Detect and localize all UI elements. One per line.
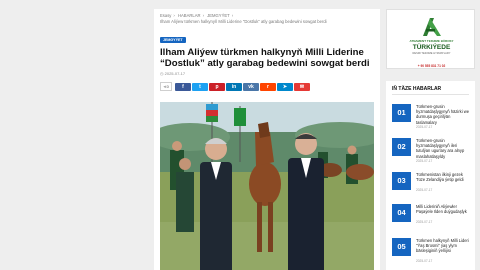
- news-item-number: 03: [392, 172, 411, 190]
- news-item-date: 2025-07-17: [416, 125, 433, 129]
- facebook-icon: f: [182, 83, 184, 90]
- reddit-icon: r: [267, 83, 269, 90]
- latest-news-widget: IŇ TÄZE HABARLAR 01 Türkmen-grusin hyzmat…: [386, 81, 475, 270]
- breadcrumb-current: Ilham Aliýew türkmen halkynyň Milli Lide…: [160, 19, 327, 24]
- ad-tagline: RESMI TERJIME HYZMATLARY: [412, 52, 451, 55]
- news-item-number: 02: [392, 138, 411, 156]
- telegram-icon: ➤: [282, 83, 288, 90]
- news-item-number: 05: [392, 238, 411, 256]
- translation-agency-logo: [423, 18, 441, 36]
- breadcrumb-news-link[interactable]: HABARLAR: [178, 13, 201, 18]
- share-row: ⋖ 0 f t p in vk r ➤ ✉: [160, 82, 311, 91]
- breadcrumb: Esasy › HABARLAR › JEMGYÝET › Ilham Aliýew …: [160, 13, 327, 24]
- news-item-date: 2025-07-17: [416, 159, 433, 163]
- clock-icon: ◷: [160, 71, 164, 76]
- article-title: Ilham Aliýew türkmen halkynyň Milli Lide…: [160, 47, 370, 70]
- twitter-icon: t: [199, 83, 201, 90]
- share-count: ⋖ 0: [160, 82, 172, 91]
- linkedin-icon: in: [231, 83, 237, 90]
- article-photo: [160, 102, 374, 270]
- latest-news-item[interactable]: 05 Türkmen halkynyň Milli Lideri "Ýaş Bro…: [392, 238, 472, 264]
- reddit-share-button[interactable]: r: [260, 82, 276, 91]
- news-item-title[interactable]: Türkmen-grusin hyzmatdaşlygynyň ileri tu…: [416, 138, 472, 159]
- news-item-date: 2025-07-17: [416, 188, 433, 192]
- page: Esasy › HABARLAR › JEMGYÝET › Ilham Aliýew …: [0, 0, 480, 270]
- telegram-share-button[interactable]: ➤: [277, 82, 293, 91]
- ad-subtitle: ATNAMENT TERJIME BÜROSY: [409, 39, 454, 43]
- ad-title: TÜRKIÝEDE: [412, 44, 451, 51]
- vk-icon: vk: [248, 83, 254, 90]
- news-item-number: 01: [392, 104, 411, 122]
- pinterest-icon: p: [215, 83, 219, 90]
- vk-share-button[interactable]: vk: [243, 82, 259, 91]
- breadcrumb-home-link[interactable]: Esasy: [160, 13, 171, 18]
- breadcrumb-society-link[interactable]: JEMGYÝET: [207, 13, 230, 18]
- news-item-title[interactable]: Türkmenistan ilkinji gezek Tüze Zelandiý…: [416, 172, 472, 182]
- category-badge[interactable]: JEMGYÝET: [160, 37, 186, 43]
- linkedin-share-button[interactable]: in: [226, 82, 242, 91]
- facebook-share-button[interactable]: f: [175, 82, 191, 91]
- heading-divider: [392, 94, 469, 95]
- latest-news-item[interactable]: 04 Milli Lideriniň Aliýewler Paşaýele Ild…: [392, 204, 472, 230]
- latest-news-item[interactable]: 01 Türkmen-grusin hyzmatdaşlygynyň häzirk…: [392, 104, 472, 130]
- email-share-button[interactable]: ✉: [294, 82, 310, 91]
- news-item-title[interactable]: Milli Lideriniň Aliýewler Paşaýele Ilden…: [416, 204, 472, 214]
- latest-news-heading: IŇ TÄZE HABARLAR: [392, 86, 442, 92]
- article-container: Esasy › HABARLAR › JEMGYÝET › Ilham Aliýew …: [154, 9, 380, 270]
- latest-news-item[interactable]: 02 Türkmen-grusin hyzmatdaşlygynyň ileri …: [392, 138, 472, 164]
- pinterest-share-button[interactable]: p: [209, 82, 225, 91]
- ad-phone: + 90 555 831 71 02: [417, 64, 446, 68]
- news-item-date: 2025-07-17: [416, 259, 433, 263]
- email-icon: ✉: [299, 83, 305, 90]
- latest-news-item[interactable]: 03 Türkmenistan ilkinji gezek Tüze Zeland…: [392, 172, 472, 198]
- news-item-title[interactable]: Türkmen-grusin hyzmatdaşlygynyň häzirki …: [416, 104, 472, 125]
- twitter-share-button[interactable]: t: [192, 82, 208, 91]
- sidebar-advertisement[interactable]: ATNAMENT TERJIME BÜROSY TÜRKIÝEDE RESMI …: [386, 9, 475, 69]
- news-item-title[interactable]: Türkmen halkynyň Milli Lideri "Ýaş Brosm…: [416, 238, 472, 254]
- article-date-text: 2025-07-17: [164, 71, 186, 76]
- share-count-value: 0: [166, 84, 169, 89]
- news-item-number: 04: [392, 204, 411, 222]
- article-date: ◷ 2025-07-17: [160, 71, 185, 76]
- news-item-date: 2025-07-17: [416, 220, 433, 224]
